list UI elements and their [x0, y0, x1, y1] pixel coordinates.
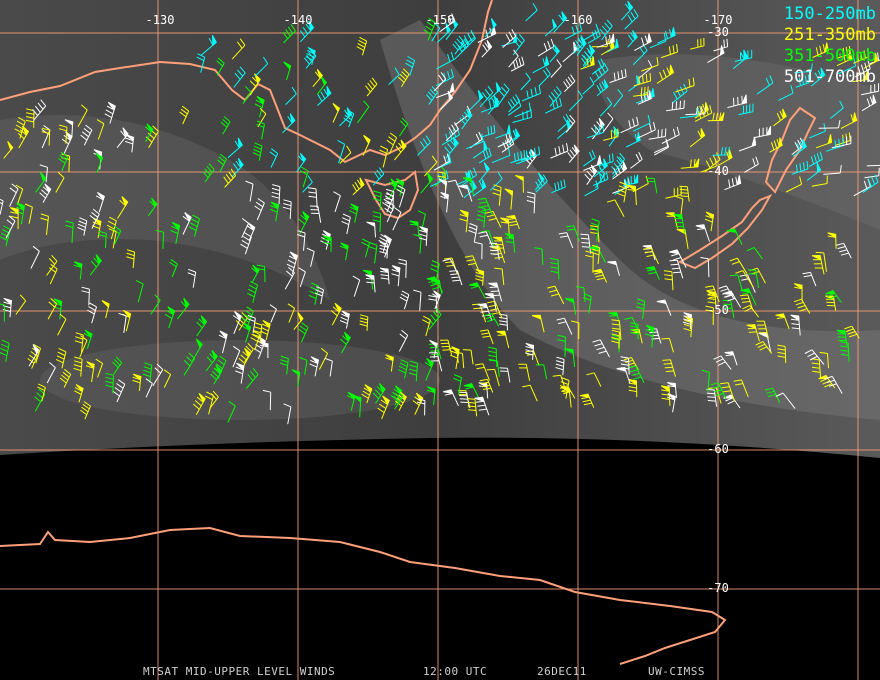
legend-item-351-500mb: 351-500mb: [783, 46, 876, 66]
coastline-antarctica: [0, 526, 727, 665]
lon-label: -140: [284, 13, 313, 27]
lat-label: -30: [707, 25, 729, 39]
caption-date: 26DEC11: [537, 665, 587, 678]
cloud-band: [40, 340, 440, 420]
legend-item-501-700mb: 501-700mb: [783, 67, 876, 87]
caption-bar: MTSAT MID-UPPER LEVEL WINDS 12:00 UTC 26…: [0, 665, 880, 679]
lon-label: -150: [426, 13, 455, 27]
lat-label: -50: [707, 303, 729, 317]
legend-item-150-250mb: 150-250mb: [783, 4, 876, 24]
lat-label: -40: [707, 164, 729, 178]
satellite-wind-map: -130 -140 -150 -160 -170 -30 -40 -50 -60 -70 150-…: [0, 0, 880, 680]
lon-label: -130: [146, 13, 175, 27]
caption-product: MTSAT MID-UPPER LEVEL WINDS: [143, 665, 336, 678]
legend-item-251-350mb: 251-350mb: [783, 25, 876, 45]
caption-time: 12:00 UTC: [423, 665, 488, 678]
lat-label: -70: [707, 581, 729, 595]
lat-label: -60: [707, 442, 729, 456]
caption-source: UW-CIMSS: [648, 665, 705, 678]
map-canvas: -130 -140 -150 -160 -170-30-40-50-60-70: [0, 0, 880, 680]
lon-label: -160: [564, 13, 593, 27]
